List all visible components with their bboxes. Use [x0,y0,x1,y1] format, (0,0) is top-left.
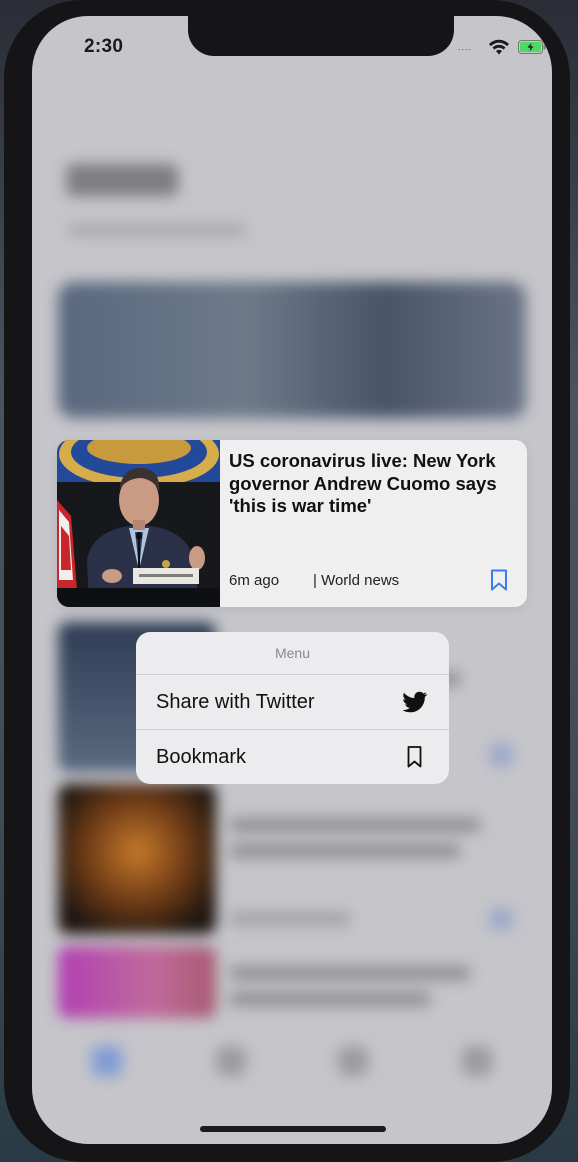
blurred-tab [462,1046,492,1076]
blurred-thumbnail [58,946,216,1018]
blurred-text-line [230,844,460,858]
context-menu: Menu Share with Twitter Bookmark [136,632,449,784]
battery-charging-icon [518,40,546,54]
blurred-article-card [58,784,526,934]
context-menu-title: Menu [136,632,449,675]
blurred-thumbnail [58,784,216,934]
menu-item-share-twitter[interactable]: Share with Twitter [136,675,449,730]
notch [188,16,454,56]
bookmark-icon[interactable] [489,568,509,592]
article-time-ago: 6m ago [229,572,280,589]
home-indicator[interactable] [200,1126,386,1132]
blurred-page-title [66,164,178,196]
blurred-text-line [230,818,480,832]
menu-item-label: Bookmark [156,746,247,768]
blurred-text-line [230,912,350,926]
phone-frame: 2:30 .... US coronavirus live: New York … [4,0,570,1162]
screen: 2:30 .... US coronavirus live: New York … [32,16,552,1144]
bookmark-icon [407,746,422,768]
blurred-bookmark [490,908,512,930]
twitter-icon [402,691,428,713]
blurred-text-line [230,966,470,980]
article-photo-image [57,440,220,607]
article-section: | World news [313,572,400,589]
status-indicators: .... [458,38,552,58]
blurred-page-subtitle [68,224,246,236]
signal-dots: .... [458,42,473,52]
wifi-icon [489,39,509,55]
blurred-tab [338,1046,368,1076]
article-thumbnail [57,440,220,607]
menu-item-label: Share with Twitter [156,691,315,713]
status-time: 2:30 [84,36,124,57]
article-headline: US coronavirus live: New York governor A… [229,450,497,516]
menu-item-bookmark[interactable]: Bookmark [136,730,449,784]
article-card[interactable]: US coronavirus live: New York governor A… [57,440,527,607]
blurred-bookmark [490,744,512,766]
blurred-tab [216,1046,246,1076]
blurred-article-card [58,946,526,1018]
blurred-text-line [230,992,430,1006]
blurred-tab-bar [32,1026,552,1096]
blurred-hero-card [58,282,526,418]
blurred-tab [92,1046,122,1076]
